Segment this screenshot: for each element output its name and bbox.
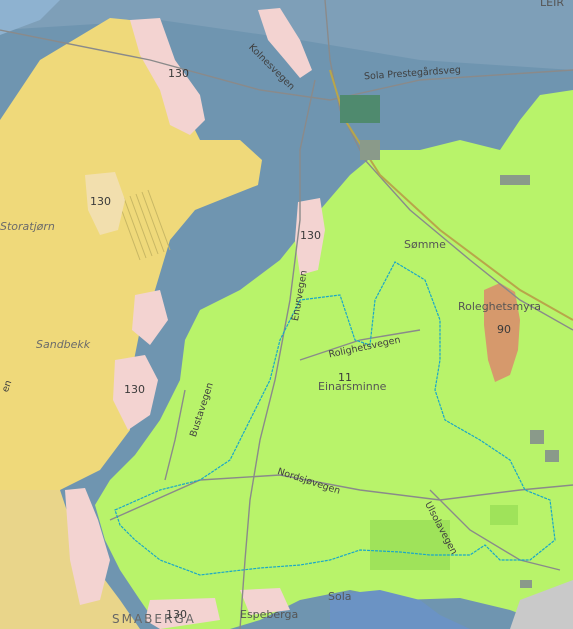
- green-patch-1: [370, 520, 450, 570]
- map-canvas[interactable]: [0, 0, 573, 629]
- green-patch-2: [490, 505, 518, 525]
- map-view[interactable]: Storatjørn Sandbekk Sømme Roleghetsmyra …: [0, 0, 573, 629]
